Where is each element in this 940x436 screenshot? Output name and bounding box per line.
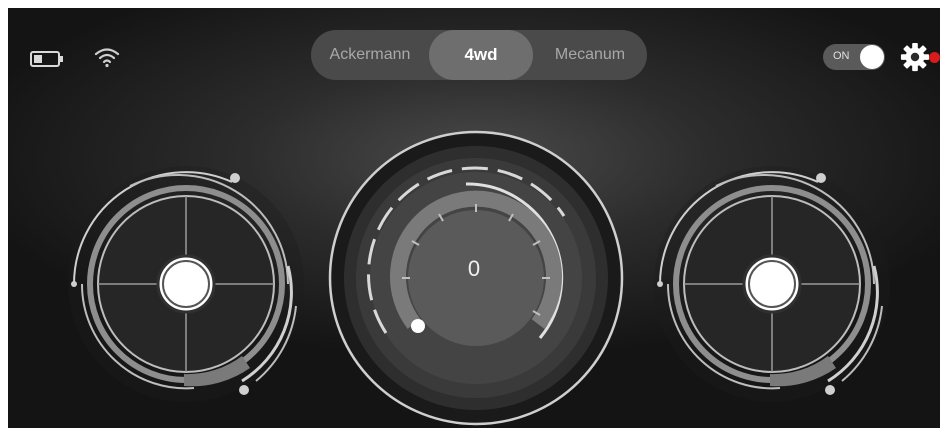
wifi-icon [94, 48, 120, 68]
speed-value: 0 [467, 256, 481, 281]
drive-mode-selector: Ackermann 4wd Mecanum [311, 30, 647, 80]
mode-4wd[interactable]: 4wd [429, 30, 533, 80]
left-joystick[interactable] [64, 156, 304, 416]
mode-ackermann[interactable]: Ackermann [311, 46, 429, 64]
mode-mecanum[interactable]: Mecanum [533, 46, 647, 64]
notification-dot [929, 52, 940, 63]
app-screen: Ackermann 4wd Mecanum ON 0 [8, 8, 940, 428]
gear-icon[interactable] [899, 42, 931, 72]
power-toggle-label: ON [833, 50, 850, 62]
power-toggle[interactable]: ON [823, 44, 885, 70]
right-joystick[interactable] [650, 156, 890, 416]
toggle-knob [860, 45, 884, 69]
battery-icon [30, 51, 63, 67]
